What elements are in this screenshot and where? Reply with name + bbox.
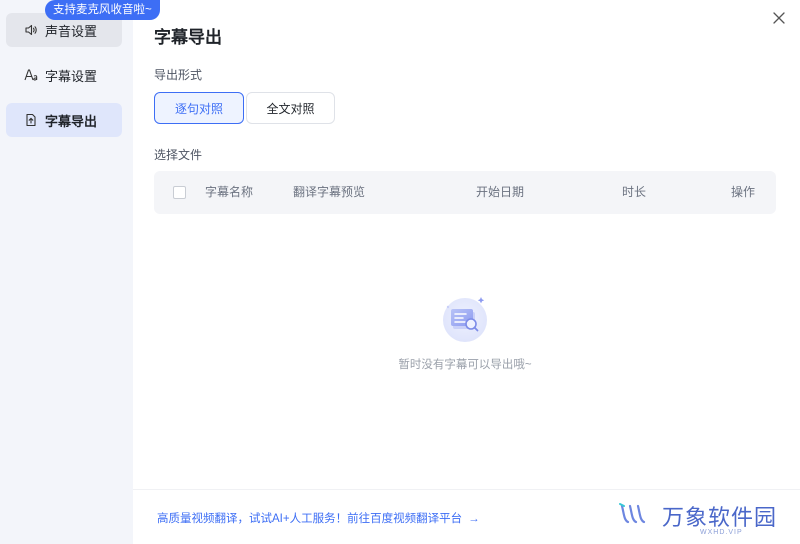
column-header-start-date: 开始日期 — [476, 185, 525, 199]
select-all-checkbox[interactable] — [173, 186, 186, 199]
sidebar-item-label: 字幕设置 — [45, 68, 98, 84]
sidebar-item-subtitle-settings[interactable]: 字幕设置 — [6, 58, 122, 92]
watermark-text: 万象软件园 — [662, 505, 778, 530]
watermark-url: WXHD.VIP — [700, 529, 743, 536]
arrow-right-icon: → — [468, 513, 480, 525]
font-icon — [24, 68, 38, 82]
export-file-icon — [24, 113, 38, 127]
footer-link-text: 高质量视频翻译，试试AI+人工服务！前往百度视频翻译平台 — [157, 513, 463, 525]
table-header: 字幕名称 翻译字幕预览 开始日期 时长 操作 — [154, 171, 776, 214]
sidebar-item-subtitle-export[interactable]: 字幕导出 — [6, 103, 122, 137]
format-option-fulltext[interactable]: 全文对照 — [246, 92, 335, 124]
column-header-preview: 翻译字幕预览 — [293, 185, 366, 199]
empty-state-icon — [438, 293, 496, 351]
select-file-label: 选择文件 — [154, 148, 203, 162]
watermark: 万象软件园 WXHD.VIP — [618, 500, 776, 536]
empty-state-text: 暂时没有字幕可以导出哦~ — [398, 359, 532, 371]
page-title: 字幕导出 — [154, 28, 222, 47]
column-header-name: 字幕名称 — [205, 185, 254, 199]
sidebar-item-label: 字幕导出 — [45, 113, 98, 129]
sidebar-item-label: 声音设置 — [45, 23, 98, 39]
column-header-actions: 操作 — [731, 185, 756, 199]
export-format-label: 导出形式 — [154, 68, 203, 82]
speaker-icon — [24, 23, 38, 37]
sidebar: 支持麦克风收音啦~ 声音设置 字幕设置 字幕导出 — [0, 0, 160, 544]
watermark-logo-icon — [619, 503, 646, 524]
microphone-badge: 支持麦克风收音啦~ — [45, 0, 160, 20]
baidu-translation-link[interactable]: 高质量视频翻译，试试AI+人工服务！前往百度视频翻译平台 → — [157, 510, 480, 526]
close-icon[interactable] — [770, 9, 788, 27]
column-header-duration: 时长 — [622, 185, 647, 199]
format-option-sentence[interactable]: 逐句对照 — [154, 92, 244, 124]
